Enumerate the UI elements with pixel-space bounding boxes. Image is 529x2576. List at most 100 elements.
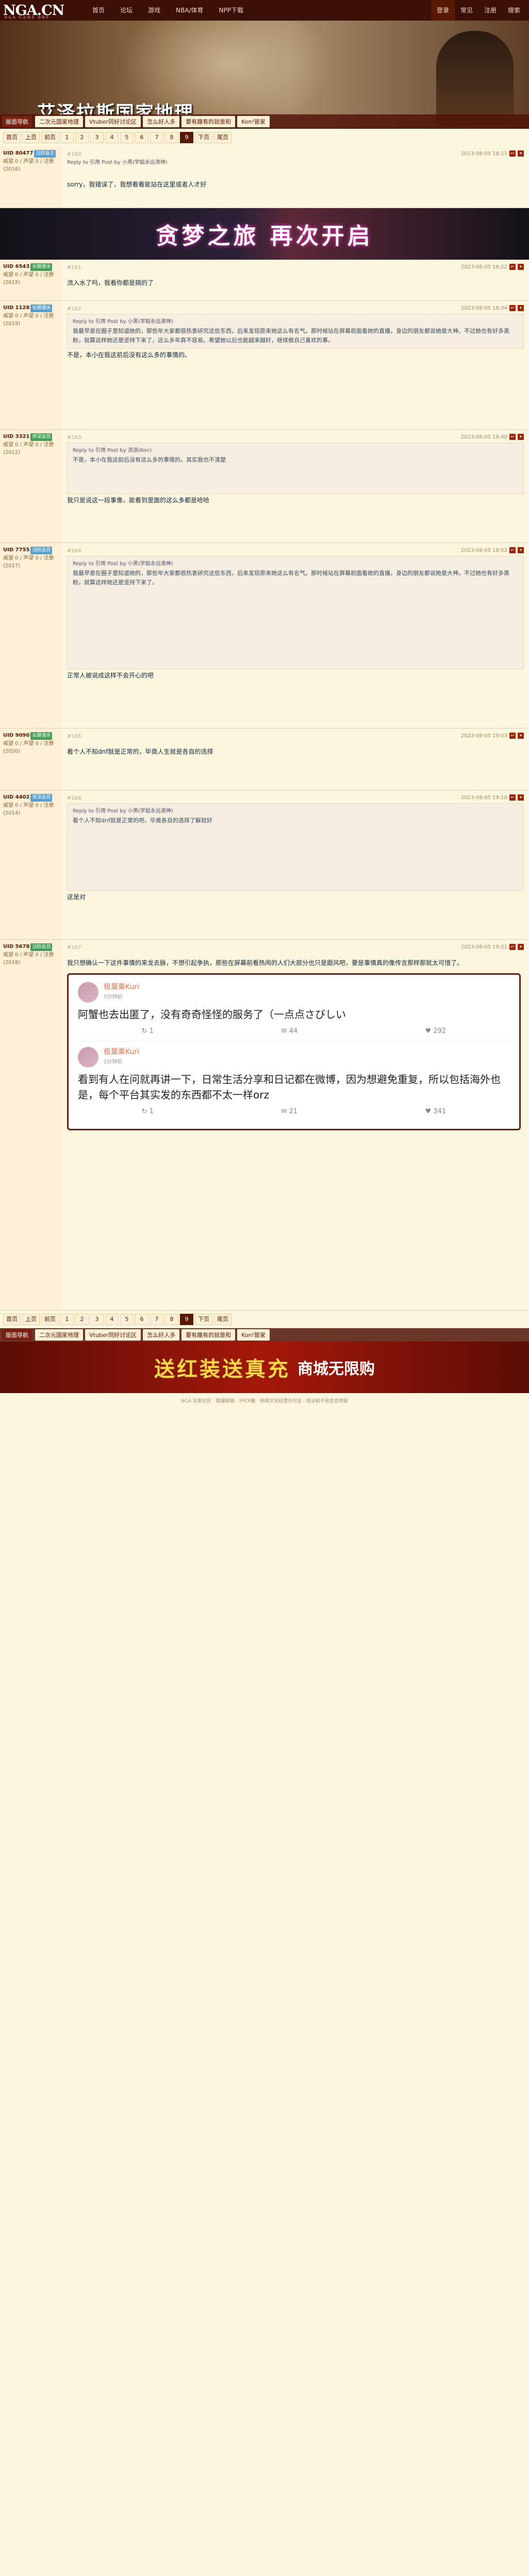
floor-number: #163: [67, 435, 81, 440]
pager-next[interactable]: 下页: [195, 1314, 212, 1325]
reply-icon[interactable]: ↩: [509, 794, 516, 801]
post-text: 我只是说这一段事像，能看到里面的这么多都是哈哈: [67, 497, 210, 504]
subforum-link[interactable]: 要有趣有的就是和: [181, 1329, 236, 1341]
common-button[interactable]: 常见: [455, 0, 478, 21]
nav-forum[interactable]: 论坛: [112, 0, 140, 21]
subforum-link[interactable]: 二次元国家地理: [35, 1329, 83, 1341]
post-text: 流入水了吗，我看你都是搞的了: [67, 279, 154, 286]
subforum-link[interactable]: 要有趣有的就是和: [181, 116, 236, 127]
pager-last[interactable]: 尾页: [214, 132, 232, 143]
reply-icon[interactable]: ↩: [509, 150, 516, 157]
post-time: 2023-08-05 18:11: [460, 150, 507, 157]
nav-game[interactable]: 游戏: [140, 0, 168, 21]
pager-page[interactable]: 6: [135, 132, 148, 143]
subforum-link[interactable]: Vtuber同好讨论区: [85, 1329, 141, 1341]
reply-icon[interactable]: ↩: [509, 264, 516, 270]
pager-page[interactable]: 2: [75, 1314, 89, 1325]
subforum-link[interactable]: Kon!管家: [237, 1329, 270, 1341]
more-icon[interactable]: ▾: [518, 150, 524, 157]
more-icon[interactable]: ▾: [518, 547, 524, 553]
pager-page[interactable]: 7: [150, 1314, 163, 1325]
more-icon[interactable]: ▾: [518, 305, 524, 311]
post-meta: 2023-08-05 19:21 ↩ ▾: [67, 943, 524, 951]
bottom-ad-banner[interactable]: 送红装送真充 商城无限购: [0, 1342, 529, 1393]
more-icon[interactable]: ▾: [518, 733, 524, 739]
username[interactable]: UID 9090: [3, 733, 29, 738]
weibo-post: 极葉栗Kuri 2分钟前 看到有人在问就再讲一下，日常生活分享和日记都在微博，因为…: [78, 1047, 510, 1122]
login-button[interactable]: 登录: [431, 0, 455, 21]
subforum-link[interactable]: Vtuber同好讨论区: [85, 116, 141, 127]
subforum-link[interactable]: 怎么好人多: [143, 1329, 180, 1341]
reply-icon[interactable]: ↩: [509, 547, 516, 553]
pager-current[interactable]: 9: [180, 1314, 193, 1325]
ad-banner[interactable]: 贪梦之旅 再次开启: [0, 208, 529, 260]
pager-page[interactable]: 8: [165, 1314, 178, 1325]
reply-icon[interactable]: ↩: [509, 733, 516, 739]
reply-icon[interactable]: ↩: [509, 944, 516, 950]
pager-page[interactable]: 4: [105, 1314, 119, 1325]
post-meta: 2023-08-05 18:34 ↩ ▾: [67, 304, 524, 312]
username[interactable]: UID 3321: [3, 434, 29, 439]
user-meta: 威望 0 / 声望 0 / 注册 (2012): [3, 442, 54, 455]
post-time: 2023-08-05 18:22: [460, 264, 507, 270]
weibo-actions: ↻ 1 ✉ 21 ♥ 341: [78, 1107, 510, 1116]
more-icon[interactable]: ▾: [518, 794, 524, 801]
pager-first[interactable]: 首页: [3, 1314, 21, 1325]
pager-prev-page[interactable]: 前页: [41, 1314, 59, 1325]
pager-prev[interactable]: 上页: [22, 1314, 40, 1325]
floor-number: #162: [67, 306, 81, 312]
more-icon[interactable]: ▾: [518, 944, 524, 950]
pager-next[interactable]: 下页: [195, 132, 212, 143]
post-content: #161 2023-08-05 18:22 ↩ ▾ 流入水了吗，我看你都是搞的了: [62, 260, 529, 300]
user-meta: 威望 0 / 声望 0 / 注册 (2017): [3, 555, 54, 569]
reply-icon[interactable]: ↩: [509, 434, 516, 440]
pager-prev[interactable]: 上页: [22, 132, 40, 143]
search-button[interactable]: 搜索: [502, 0, 526, 21]
username[interactable]: UID 80477: [3, 150, 33, 156]
reply-post: UID 3321 资深会员 威望 0 / 声望 0 / 注册 (2012) #16…: [0, 430, 529, 543]
site-logo[interactable]: NGA.CN NGA GAME BBS: [0, 0, 77, 21]
pager-page[interactable]: 1: [60, 1314, 74, 1325]
pager-page[interactable]: 7: [150, 132, 163, 143]
comment-value: 44: [289, 1027, 298, 1035]
pager-page[interactable]: 3: [90, 132, 104, 143]
register-button[interactable]: 注册: [478, 0, 502, 21]
subforum-label: 版面导航: [2, 1329, 32, 1341]
nav-home[interactable]: 首页: [85, 0, 112, 21]
nav-sports[interactable]: NBA/体育: [168, 0, 211, 21]
username[interactable]: UID 6543: [3, 264, 29, 269]
weibo-text: 阿蟹也去出匿了，没有奇奇怪怪的服务了（一点点さびしい: [78, 1008, 346, 1021]
username[interactable]: UID 7755: [3, 547, 29, 553]
pager-first[interactable]: 首页: [3, 132, 21, 143]
pager-page[interactable]: 3: [90, 1314, 104, 1325]
subforum-link[interactable]: 二次元国家地理: [35, 116, 83, 127]
pager-page[interactable]: 4: [105, 132, 119, 143]
pager-page[interactable]: 6: [135, 1314, 148, 1325]
username[interactable]: UID 1128: [3, 305, 29, 311]
username[interactable]: UID 5678: [3, 944, 29, 950]
pager-current[interactable]: 9: [180, 132, 193, 143]
pager-last[interactable]: 尾页: [214, 1314, 232, 1325]
more-icon[interactable]: ▾: [518, 434, 524, 440]
user-card: UID 1128 长期潜水 威望 0 / 声望 0 / 注册 (2019): [0, 301, 62, 429]
reply-post: UID 4402 资深会员 威望 0 / 声望 0 / 注册 (2014) #16…: [0, 790, 529, 940]
more-icon[interactable]: ▾: [518, 264, 524, 270]
like-value: 292: [433, 1027, 447, 1035]
user-level-badge: 资深会员: [30, 433, 53, 441]
quote-text: 不是，本小在我这前后没有这么多的事情的。其实我也不清楚: [73, 456, 226, 463]
user-meta: 威望 0 / 声望 0 / 注册 (2020): [3, 741, 54, 754]
pager-page[interactable]: 5: [120, 1314, 134, 1325]
reply-post: UID 6543 长期潜水 威望 0 / 声望 0 / 注册 (2015) #16…: [0, 260, 529, 301]
pager-prev-page[interactable]: 前页: [41, 132, 59, 143]
subforum-link[interactable]: Kon!管家: [237, 116, 270, 127]
pager-page[interactable]: 1: [60, 132, 74, 143]
pager-page[interactable]: 5: [120, 132, 134, 143]
nav-download[interactable]: NPP下载: [211, 0, 251, 21]
pager-page[interactable]: 2: [75, 132, 89, 143]
pager-page[interactable]: 8: [165, 132, 178, 143]
username[interactable]: UID 4402: [3, 794, 29, 800]
subforum-link[interactable]: 怎么好人多: [143, 116, 180, 127]
reply-post: UID 80477 活跃版主 威望 0 / 声望 0 / 注册 (2016) #1…: [0, 146, 529, 208]
post-text: 正常人被说成这样不会开心的吧: [67, 672, 154, 679]
reply-icon[interactable]: ↩: [509, 305, 516, 311]
